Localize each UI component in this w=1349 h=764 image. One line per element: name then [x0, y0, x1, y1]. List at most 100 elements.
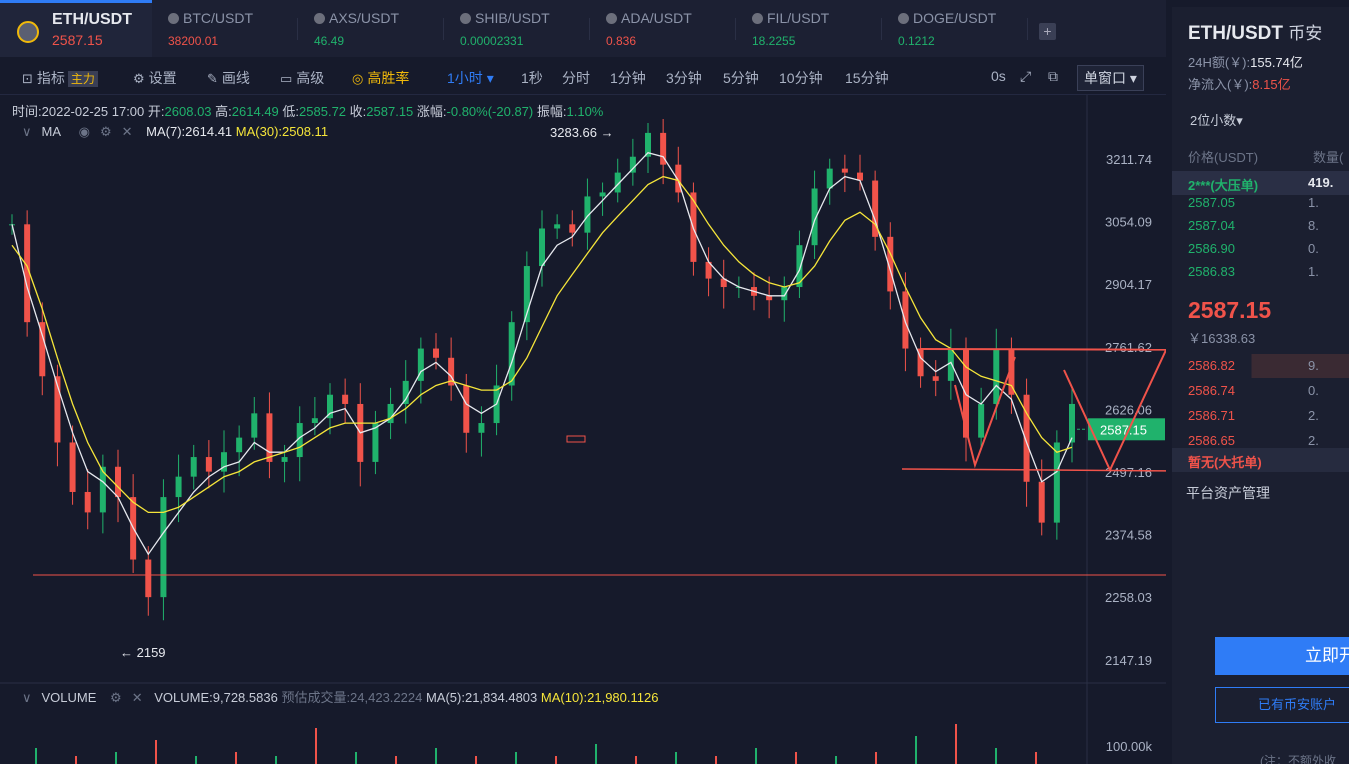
- trading-app: ETH/USDT 2587.15 BTC/USDT 38200.01 AXS/USDT 4…: [0, 0, 1349, 764]
- ask-row[interactable]: 2586.83 1.: [1172, 260, 1349, 284]
- tab-pair: ETH/USDT: [52, 11, 132, 28]
- volume-bar: [75, 756, 77, 764]
- volume-bar: [1035, 752, 1037, 764]
- tab-doge-usdt[interactable]: DOGE/USDT 0.1212: [882, 0, 1028, 57]
- tab-eth-usdt[interactable]: ETH/USDT 2587.15: [0, 0, 152, 57]
- tab-axs-usdt[interactable]: AXS/USDT 46.49: [298, 0, 444, 57]
- indicators-button[interactable]: ⊡ 指标 主力: [22, 68, 98, 88]
- amp-value: 1.10%: [566, 104, 604, 119]
- tab-shib-usdt[interactable]: SHIB/USDT 0.00002331: [444, 0, 590, 57]
- coin-icon: [606, 13, 617, 24]
- bid-qty: 2.: [1308, 433, 1319, 448]
- candle-body: [190, 457, 197, 477]
- volume-bar: [475, 756, 477, 764]
- volume-bar: [995, 748, 997, 764]
- volume-bar: [675, 752, 677, 764]
- close-icon[interactable]: ✕: [122, 124, 133, 139]
- candle-body: [236, 437, 243, 453]
- ask-row[interactable]: 2586.90 0.: [1172, 237, 1349, 261]
- fullscreen-icon[interactable]: ⤢: [1020, 68, 1031, 85]
- decimal-select[interactable]: 2位小数▾: [1190, 110, 1243, 129]
- bid-qty: 9.: [1308, 358, 1319, 373]
- coin-icon: [168, 13, 179, 24]
- amp-label: 振幅:: [536, 104, 567, 119]
- interval-option[interactable]: 3分钟: [666, 68, 702, 88]
- collapse-icon[interactable]: ∨: [22, 690, 32, 705]
- candle-body: [1069, 403, 1075, 443]
- volume-bar: [835, 756, 837, 764]
- close-icon[interactable]: ✕: [132, 690, 143, 705]
- interval-option[interactable]: 5分钟: [723, 68, 759, 88]
- tab-pair: SHIB/USDT: [475, 10, 550, 26]
- tab-btc-usdt[interactable]: BTC/USDT 38200.01: [152, 0, 298, 57]
- window-mode-select[interactable]: 单窗口 ▾: [1077, 65, 1144, 91]
- advanced-button[interactable]: ▭ 高级: [280, 68, 324, 88]
- candle-body: [554, 224, 561, 229]
- target-icon: ◎: [352, 71, 364, 86]
- interval-option[interactable]: 1秒: [521, 68, 543, 88]
- panel-exchange: 币安: [1288, 24, 1323, 43]
- interval-option[interactable]: 分时: [562, 68, 590, 88]
- gear-icon: ⚙: [133, 71, 145, 86]
- y-tick-label: 3054.09: [1105, 215, 1152, 230]
- volume-bar: [35, 748, 37, 764]
- add-tab-button[interactable]: +: [1039, 23, 1056, 40]
- popout-icon[interactable]: ⧉: [1048, 68, 1058, 85]
- vol24-value: 155.74亿: [1250, 55, 1303, 70]
- tab-pair: FIL/USDT: [767, 10, 830, 26]
- candle-body: [433, 348, 439, 358]
- tab-pair: BTC/USDT: [183, 10, 253, 26]
- tab-ada-usdt[interactable]: ADA/USDT 0.836: [590, 0, 736, 57]
- big-bid-row[interactable]: 暂无(大托单): [1172, 448, 1349, 472]
- bid-price: 2586.71: [1188, 408, 1235, 423]
- volume-name: VOLUME: [41, 690, 97, 705]
- volume-bar: [915, 736, 917, 764]
- settings-button[interactable]: ⚙ 设置: [133, 68, 177, 88]
- time-value: 2022-02-25 17:00: [41, 104, 145, 119]
- volume-bar: [355, 752, 357, 764]
- have-account-button[interactable]: 已有币安账户: [1215, 687, 1349, 723]
- tab-price: 18.2255: [752, 34, 796, 48]
- y-tick-label: 3211.74: [1106, 152, 1152, 167]
- volume-ma5: MA(5):21,834.4803: [425, 690, 538, 705]
- ask-row[interactable]: 2587.04 8.: [1172, 214, 1349, 238]
- order-book-header: 价格(USDT) 数量(: [1188, 147, 1349, 166]
- bid-row[interactable]: 2586.71 2.: [1172, 404, 1349, 428]
- time-label: 时间:: [12, 104, 42, 119]
- draw-button[interactable]: ✎ 画线: [207, 68, 250, 88]
- interval-option[interactable]: 10分钟: [779, 68, 823, 88]
- resistance-line: [919, 348, 1166, 351]
- candle-info: 时间:2022-02-25 17:00 开:2608.03 高:2614.49 …: [12, 101, 603, 120]
- interval-option[interactable]: 1分钟: [610, 68, 646, 88]
- coin-icon: [17, 21, 39, 43]
- ask-row[interactable]: 2587.05 1.: [1172, 191, 1349, 215]
- coin-icon: [314, 13, 325, 24]
- win-rate-button[interactable]: ◎ 高胜率: [352, 68, 409, 88]
- collapse-icon[interactable]: ∨: [22, 124, 32, 139]
- gear-icon[interactable]: ⚙: [110, 690, 122, 705]
- candle-body: [1053, 442, 1060, 523]
- kline-chart[interactable]: 3211.743054.092904.172761.622626.062497.…: [0, 95, 1166, 764]
- open-account-button[interactable]: 立即开: [1215, 637, 1349, 675]
- big-ask-qty: 419.: [1308, 175, 1334, 190]
- interval-dropdown[interactable]: 1小时 ▾: [447, 68, 494, 88]
- inflow-label: 净流入(￥):: [1188, 77, 1253, 92]
- volume-bar: [715, 756, 717, 764]
- pair-tabs: ETH/USDT 2587.15 BTC/USDT 38200.01 AXS/USDT 4…: [0, 0, 1166, 57]
- bid-row[interactable]: 2586.74 0.: [1172, 379, 1349, 403]
- interval-option[interactable]: 15分钟: [845, 68, 889, 88]
- asset-management-link[interactable]: 平台资产管理: [1186, 483, 1270, 503]
- col-qty: 数量(: [1313, 150, 1344, 165]
- candle-body: [569, 224, 576, 233]
- gear-icon[interactable]: ⚙: [100, 124, 112, 139]
- tab-fil-usdt[interactable]: FIL/USDT 18.2255: [736, 0, 882, 57]
- caret-down-icon: ▾: [1129, 70, 1137, 86]
- eye-icon[interactable]: ◉: [79, 124, 90, 139]
- bid-price: 2586.74: [1188, 383, 1235, 398]
- big-bid-label: 暂无(大托单): [1188, 455, 1262, 470]
- ask-price: 2587.05: [1188, 195, 1235, 210]
- bid-row[interactable]: 2586.82 9.: [1172, 354, 1349, 378]
- volume-bar: [555, 756, 557, 764]
- y-tick-label: 2258.03: [1105, 590, 1152, 605]
- candle-body: [539, 228, 545, 267]
